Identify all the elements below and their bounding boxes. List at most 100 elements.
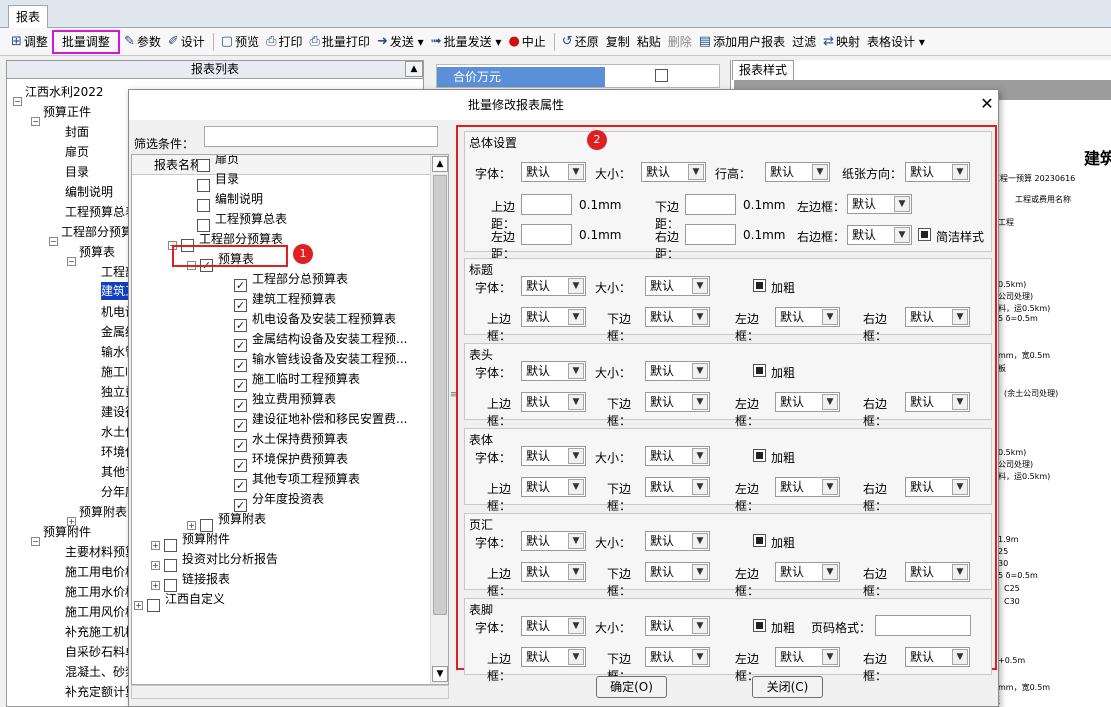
table-design-button[interactable]: 表格设计 ▾	[864, 30, 928, 54]
tree-expander-icon[interactable]: −	[13, 97, 22, 106]
tree-expander-icon[interactable]: −	[31, 537, 40, 546]
default-select[interactable]: 默认 ▼	[645, 477, 710, 497]
report-checkbox[interactable]	[197, 199, 210, 212]
design-button[interactable]: ✐ 设计	[165, 30, 208, 54]
default-select[interactable]: 默认 ▼	[521, 392, 586, 412]
margin-input[interactable]	[521, 194, 572, 215]
default-select[interactable]: 默认 ▼	[521, 361, 586, 381]
default-select[interactable]: 默认 ▼	[645, 361, 710, 381]
report-checkbox[interactable]: ✓	[234, 479, 247, 492]
report-tree-item[interactable]: 工程部分总预算表	[252, 269, 348, 289]
default-select[interactable]: 默认 ▼	[765, 162, 830, 182]
report-tree-item[interactable]: 水土保持费预算表	[252, 429, 348, 449]
batch-adjust-button[interactable]: 批量调整	[51, 29, 120, 54]
default-select[interactable]: 默认 ▼	[775, 307, 840, 327]
default-select[interactable]: 默认 ▼	[641, 162, 706, 182]
map-button[interactable]: ⇄ 映射	[820, 30, 863, 54]
tree-expander-icon[interactable]: +	[151, 541, 160, 550]
send-button[interactable]: ➜ 发送 ▾	[374, 30, 427, 54]
tab-report[interactable]: 报表	[8, 5, 48, 28]
bold-checkbox[interactable]	[753, 619, 766, 632]
report-list-item[interactable]: 施工用风价格	[65, 602, 137, 622]
add-user-report-button[interactable]: ▤ 添加用户报表	[696, 30, 788, 54]
default-select[interactable]: 默认 ▼	[905, 307, 970, 327]
default-select[interactable]: 默认 ▼	[847, 194, 912, 214]
middle-cell[interactable]: 合价万元	[437, 67, 605, 87]
report-checkbox[interactable]: ✓	[234, 359, 247, 372]
report-tree-item[interactable]: 扉页	[215, 155, 239, 169]
filter-button[interactable]: 过滤	[789, 30, 819, 54]
report-list-item[interactable]: 预算表	[79, 242, 115, 262]
tree-expander-icon[interactable]: +	[151, 561, 160, 570]
tree-scroll-up[interactable]: ▲	[432, 156, 448, 172]
report-list-item[interactable]: 施工用电价格	[65, 562, 137, 582]
bold-checkbox[interactable]	[753, 534, 766, 547]
batch-print-button[interactable]: ⎙ 批量打印	[307, 30, 373, 54]
report-list-item[interactable]: 主要材料预算	[65, 542, 137, 562]
margin-input[interactable]	[685, 194, 736, 215]
default-select[interactable]: 默认 ▼	[521, 616, 586, 636]
report-list-scroll-up[interactable]: ▲	[405, 61, 423, 77]
report-checkbox[interactable]: ✓	[234, 459, 247, 472]
paste-button[interactable]: 粘贴	[634, 30, 664, 54]
tree-expander-icon[interactable]: −	[49, 237, 58, 246]
page-format-input[interactable]	[875, 615, 971, 636]
delete-button[interactable]: 删除	[665, 30, 695, 54]
report-list-item[interactable]: 预算附表	[79, 502, 127, 522]
report-list-item[interactable]: 预算正件	[43, 102, 91, 122]
report-list-item[interactable]: 施工用水价格	[65, 582, 137, 602]
report-tree-item[interactable]: 预算附表	[218, 509, 266, 529]
report-checkbox[interactable]	[197, 159, 210, 172]
default-select[interactable]: 默认 ▼	[905, 562, 970, 582]
tree-expander-icon[interactable]: −	[31, 117, 40, 126]
report-tree-item[interactable]: 输水管线设备及安装工程预...	[252, 349, 407, 369]
default-select[interactable]: 默认 ▼	[905, 647, 970, 667]
report-tree-item[interactable]: 江西自定义	[165, 589, 225, 609]
report-tree-item[interactable]: 预算附件	[182, 529, 230, 549]
report-checkbox[interactable]: ✓	[234, 339, 247, 352]
report-tree-item[interactable]: 建设征地补偿和移民安置费...	[252, 409, 407, 429]
copy-button[interactable]: 复制	[603, 30, 633, 54]
report-checkbox[interactable]	[197, 179, 210, 192]
report-checkbox[interactable]	[164, 539, 177, 552]
batch-send-button[interactable]: ➟ 批量发送 ▾	[428, 30, 505, 54]
simple-style-checkbox[interactable]	[918, 228, 931, 241]
report-tree-item[interactable]: 分年度投资表	[252, 489, 324, 509]
tree-hscrollbar[interactable]	[131, 685, 449, 699]
report-checkbox[interactable]: ✓	[234, 319, 247, 332]
default-select[interactable]: 默认 ▼	[645, 276, 710, 296]
report-list-item[interactable]: 目录	[65, 162, 89, 182]
bold-checkbox[interactable]	[753, 364, 766, 377]
default-select[interactable]: 默认 ▼	[645, 446, 710, 466]
default-select[interactable]: 默认 ▼	[645, 392, 710, 412]
default-select[interactable]: 默认 ▼	[645, 531, 710, 551]
tree-expander-icon[interactable]: −	[67, 257, 76, 266]
default-select[interactable]: 默认 ▼	[645, 562, 710, 582]
report-checkbox[interactable]: ✓	[234, 439, 247, 452]
report-tree-item[interactable]: 金属结构设备及安装工程预...	[252, 329, 407, 349]
report-tree-item[interactable]: 目录	[215, 169, 239, 189]
close-button[interactable]: 关闭(C)	[752, 676, 823, 698]
report-tree-item[interactable]: 其他专项工程预算表	[252, 469, 360, 489]
tab-report-style[interactable]: 报表样式	[732, 60, 794, 80]
tree-scroll-thumb[interactable]	[433, 175, 447, 615]
report-list-item[interactable]: 工程预算总表	[65, 202, 137, 222]
report-list-item[interactable]: 江西水利2022	[25, 82, 104, 102]
report-tree-item[interactable]: 链接报表	[182, 569, 230, 589]
report-list-item[interactable]: 补充施工机械	[65, 622, 137, 642]
report-checkbox[interactable]	[164, 559, 177, 572]
margin-input[interactable]	[521, 224, 572, 245]
tree-scroll-down[interactable]: ▼	[432, 666, 448, 682]
middle-checkbox[interactable]	[655, 69, 668, 82]
report-tree-item[interactable]: 环境保护费预算表	[252, 449, 348, 469]
report-checkbox[interactable]: ✓	[234, 419, 247, 432]
default-select[interactable]: 默认 ▼	[521, 446, 586, 466]
default-select[interactable]: 默认 ▼	[521, 477, 586, 497]
report-tree-item[interactable]: 建筑工程预算表	[252, 289, 336, 309]
report-tree-item[interactable]: 编制说明	[215, 189, 263, 209]
restore-button[interactable]: ↺ 还原	[559, 30, 602, 54]
preview-button[interactable]: ▢ 预览	[218, 30, 262, 54]
report-checkbox[interactable]: ✓	[234, 299, 247, 312]
params-button[interactable]: ✎ 参数	[121, 30, 164, 54]
default-select[interactable]: 默认 ▼	[905, 477, 970, 497]
